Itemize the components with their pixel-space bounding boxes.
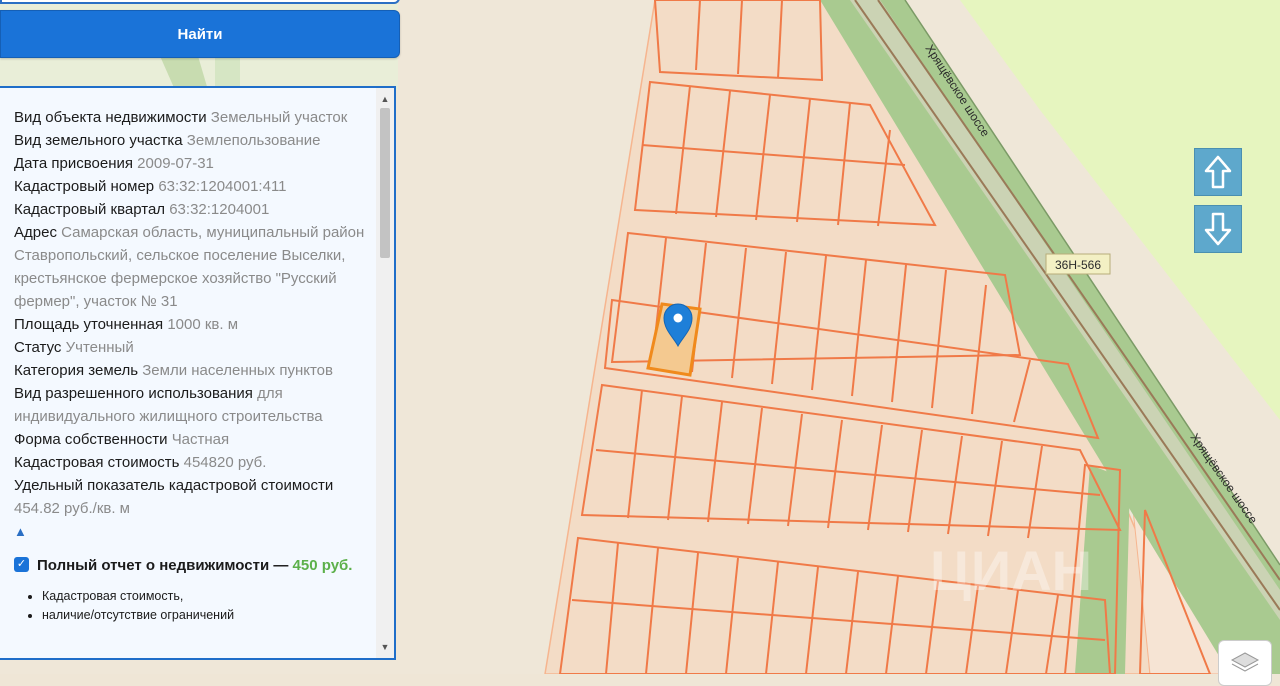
field-label: Вид земельного участка [14, 132, 183, 149]
property-fields: Вид объекта недвижимости Земельный участ… [14, 106, 369, 520]
panel-scrollbar[interactable]: ▲ ▼ [376, 88, 394, 658]
find-button[interactable]: Найти [0, 10, 400, 58]
field-label: Категория земель [14, 362, 139, 379]
report-item: Кадастровая стоимость, [42, 587, 369, 606]
field-label: Адрес [14, 224, 57, 241]
field-label: Кадастровая стоимость [14, 454, 180, 471]
collapse-icon[interactable]: ▲ [14, 522, 369, 542]
field-value: 454.82 руб./кв. м [14, 500, 130, 517]
field-value: Учтенный [65, 339, 134, 356]
field-value: Землепользование [186, 132, 321, 149]
field-value: 2009-07-31 [137, 155, 214, 172]
svg-text:36Н-566: 36Н-566 [1055, 258, 1101, 272]
report-label: Полный отчет о недвижимости — [37, 557, 289, 574]
property-field: Удельный показатель кадастровой стоимост… [14, 474, 369, 520]
report-contents-list: Кадастровая стоимость,наличие/отсутствие… [14, 587, 369, 625]
scroll-thumb[interactable] [380, 108, 390, 258]
property-field: Дата присвоения 2009-07-31 [14, 152, 369, 175]
field-value: 454820 руб. [183, 454, 267, 471]
field-value: Частная [171, 431, 230, 448]
field-value: 63:32:1204001:411 [158, 178, 287, 195]
property-field: Вид объекта недвижимости Земельный участ… [14, 106, 369, 129]
scroll-down-icon[interactable]: ▼ [376, 638, 394, 656]
layers-icon[interactable] [1218, 640, 1272, 686]
field-label: Площадь уточненная [14, 316, 164, 333]
field-value: Земельный участок [210, 109, 348, 126]
report-checkbox[interactable]: ✓ [14, 557, 29, 572]
property-field: Адрес Самарская область, муниципальный р… [14, 221, 369, 313]
field-value: Самарская область, муниципальный район С… [14, 224, 365, 310]
property-field: Кадастровый номер 63:32:1204001:411 [14, 175, 369, 198]
field-label: Вид объекта недвижимости [14, 109, 207, 126]
field-label: Кадастровый номер [14, 178, 155, 195]
scroll-up-icon[interactable]: ▲ [376, 90, 394, 108]
property-field: Кадастровый квартал 63:32:1204001 [14, 198, 369, 221]
property-info-panel: Вид объекта недвижимости Земельный участ… [0, 86, 396, 660]
field-label: Дата присвоения [14, 155, 133, 172]
report-price: 450 руб. [292, 557, 353, 574]
field-label: Удельный показатель кадастровой стоимост… [14, 477, 334, 494]
field-label: Статус [14, 339, 62, 356]
field-label: Кадастровый квартал [14, 201, 166, 218]
property-field: Категория земель Земли населенных пункто… [14, 359, 369, 382]
field-value: 63:32:1204001 [169, 201, 270, 218]
property-info-content: Вид объекта недвижимости Земельный участ… [14, 106, 369, 625]
watermark: ЦИАН [930, 539, 1092, 602]
field-label: Форма собственности [14, 431, 168, 448]
property-field: Кадастровая стоимость 454820 руб. [14, 451, 369, 474]
road-code-badge: 36Н-566 [1045, 253, 1111, 275]
field-value: Земли населенных пунктов [142, 362, 333, 379]
report-item: наличие/отсутствие ограничений [42, 606, 369, 625]
arrow-down-icon[interactable] [1194, 205, 1242, 253]
property-field: Вид земельного участка Землепользование [14, 129, 369, 152]
field-label: Вид разрешенного использования [14, 385, 253, 402]
search-input-edge[interactable] [0, 0, 400, 4]
field-value: 1000 кв. м [167, 316, 239, 333]
arrow-up-icon[interactable] [1194, 148, 1242, 196]
property-field: Вид разрешенного использования для индив… [14, 382, 369, 428]
property-field: Форма собственности Частная [14, 428, 369, 451]
full-report-option[interactable]: ✓ Полный отчет о недвижимости — 450 руб. [14, 554, 369, 577]
property-field: Площадь уточненная 1000 кв. м [14, 313, 369, 336]
property-field: Статус Учтенный [14, 336, 369, 359]
